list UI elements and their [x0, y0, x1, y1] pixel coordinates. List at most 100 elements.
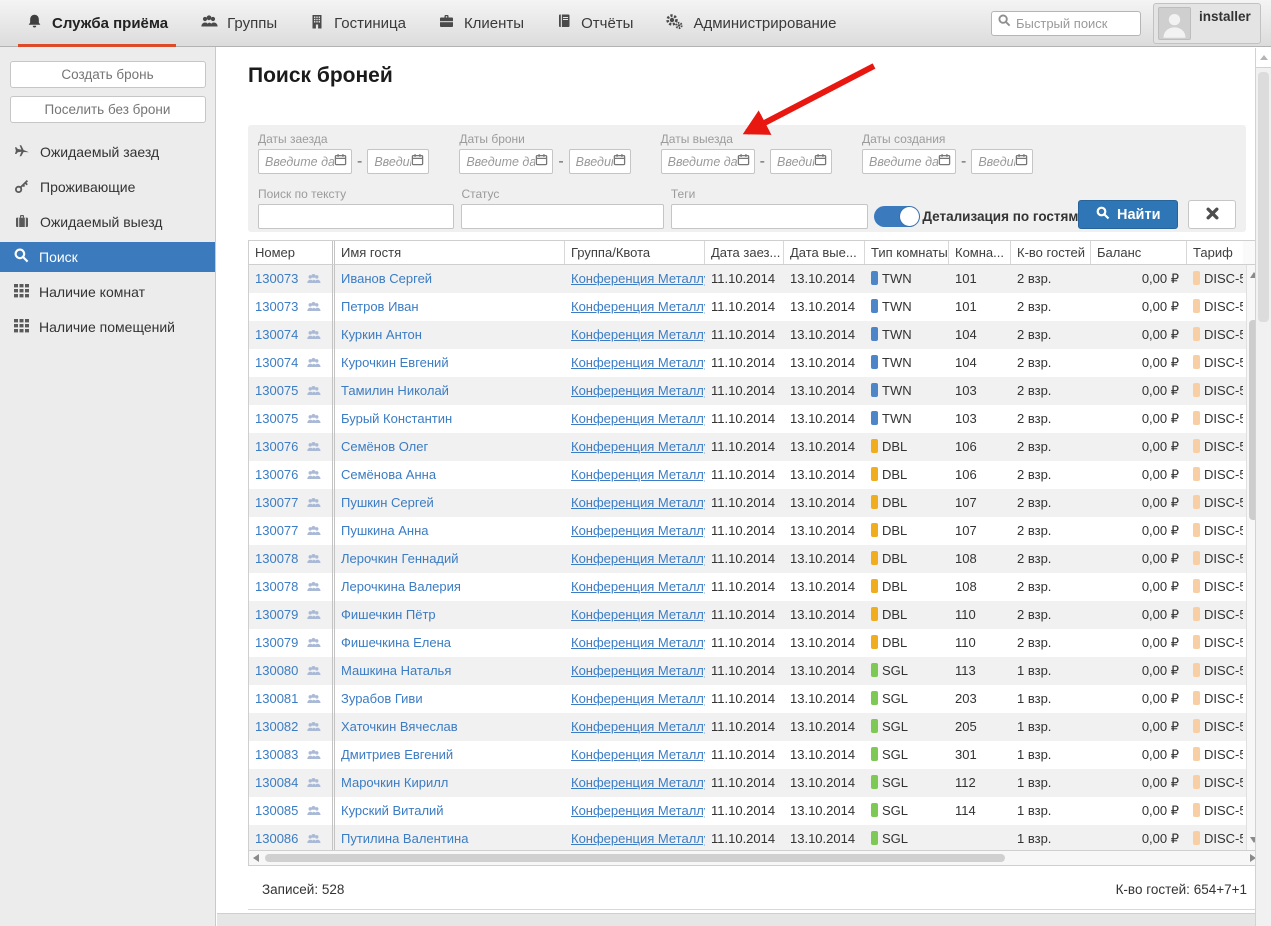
- booking-number-link[interactable]: 130076: [255, 467, 298, 482]
- sidebar-item-space-availability[interactable]: Наличие помещений: [0, 312, 215, 342]
- group-link[interactable]: Конференция Металлу: [571, 803, 705, 818]
- arrival-date-from-input[interactable]: [265, 155, 334, 169]
- booking-number-link[interactable]: 130085: [255, 803, 298, 818]
- group-link[interactable]: Конференция Металлу: [571, 551, 705, 566]
- sidebar-item-search[interactable]: Поиск: [0, 242, 215, 272]
- group-link[interactable]: Конференция Металлу: [571, 831, 705, 846]
- booking-number-link[interactable]: 130075: [255, 383, 298, 398]
- column-header-balance[interactable]: Баланс: [1091, 241, 1187, 264]
- booking-number-link[interactable]: 130077: [255, 495, 298, 510]
- table-row[interactable]: 130082 Хаточкин Вячеслав Конференция Метал…: [249, 713, 1246, 741]
- guest-name-link[interactable]: Зурабов Гиви: [341, 691, 423, 706]
- group-link[interactable]: Конференция Металлу: [571, 439, 705, 454]
- booking-number-link[interactable]: 130079: [255, 635, 298, 650]
- table-row[interactable]: 130083 Дмитриев Евгений Конференция Металл…: [249, 741, 1246, 769]
- guest-name-link[interactable]: Дмитриев Евгений: [341, 747, 453, 762]
- group-link[interactable]: Конференция Металлу: [571, 271, 705, 286]
- table-row[interactable]: 130075 Тамилин Николай Конференция Металлу…: [249, 377, 1246, 405]
- tab-hotel[interactable]: Гостиница: [293, 0, 422, 47]
- guest-name-link[interactable]: Фишечкина Елена: [341, 635, 451, 650]
- calendar-icon[interactable]: [535, 153, 548, 171]
- table-row[interactable]: 130079Фишечкин ПётрКонференция Металлу11…: [249, 601, 1246, 629]
- quick-search-input[interactable]: [1016, 16, 1134, 31]
- calendar-icon[interactable]: [737, 153, 750, 171]
- tags-input[interactable]: [671, 204, 868, 229]
- guest-name-link[interactable]: Бурый Константин: [341, 411, 452, 426]
- table-row[interactable]: 130078Лерочкина ВалерияКонференция Метал…: [249, 573, 1246, 601]
- horizontal-scroll-thumb[interactable]: [265, 854, 1005, 862]
- table-row[interactable]: 130084Марочкин КириллКонференция Металлу…: [249, 769, 1246, 797]
- guest-name-link[interactable]: Семёнова Анна: [341, 467, 436, 482]
- find-button[interactable]: Найти: [1078, 200, 1178, 229]
- booking-number-link[interactable]: 130083: [255, 747, 298, 762]
- create-booking-button[interactable]: Создать бронь: [10, 61, 206, 88]
- tab-front-desk[interactable]: Служба приёма: [10, 0, 184, 47]
- booking-number-link[interactable]: 130081: [255, 691, 298, 706]
- booking-number-link[interactable]: 130076: [255, 439, 298, 454]
- table-row[interactable]: 130076Семёнова АннаКонференция Металлу11…: [249, 461, 1246, 489]
- table-row[interactable]: 130080 Машкина Наталья Конференция Металлу…: [249, 657, 1246, 685]
- booking-date-from-input[interactable]: [466, 155, 535, 169]
- table-row[interactable]: 130075 Бурый Константин Конференция Металл…: [249, 405, 1246, 433]
- group-link[interactable]: Конференция Металлу: [571, 747, 705, 762]
- group-link[interactable]: Конференция Металлу: [571, 579, 705, 594]
- arrival-date-to-input[interactable]: [374, 155, 411, 169]
- booking-number-link[interactable]: 130074: [255, 355, 298, 370]
- creation-date-from-input[interactable]: [869, 155, 938, 169]
- calendar-icon[interactable]: [814, 153, 827, 171]
- booking-number-link[interactable]: 130084: [255, 775, 298, 790]
- departure-date-to-input[interactable]: [777, 155, 814, 169]
- guest-name-link[interactable]: Куркин Антон: [341, 327, 422, 342]
- column-header-departure[interactable]: Дата вые...: [784, 241, 865, 264]
- table-row[interactable]: 130074Курочкин ЕвгенийКонференция Металл…: [249, 349, 1246, 377]
- group-link[interactable]: Конференция Металлу: [571, 663, 705, 678]
- guest-name-link[interactable]: Фишечкин Пётр: [341, 607, 436, 622]
- scroll-left-arrow-icon[interactable]: [253, 854, 259, 862]
- guest-name-link[interactable]: Путилина Валентина: [341, 831, 468, 846]
- group-link[interactable]: Конференция Металлу: [571, 719, 705, 734]
- booking-number-link[interactable]: 130073: [255, 271, 298, 286]
- booking-number-link[interactable]: 130082: [255, 719, 298, 734]
- booking-number-link[interactable]: 130077: [255, 523, 298, 538]
- guest-name-link[interactable]: Машкина Наталья: [341, 663, 451, 678]
- group-link[interactable]: Конференция Металлу: [571, 635, 705, 650]
- group-link[interactable]: Конференция Металлу: [571, 411, 705, 426]
- group-link[interactable]: Конференция Металлу: [571, 355, 705, 370]
- tab-groups[interactable]: Группы: [184, 0, 293, 47]
- text-search-input[interactable]: [258, 204, 454, 229]
- column-header-tariff[interactable]: Тариф: [1187, 241, 1243, 264]
- booking-number-link[interactable]: 130080: [255, 663, 298, 678]
- column-header-number[interactable]: Номер: [249, 241, 335, 264]
- status-input[interactable]: [461, 204, 663, 229]
- booking-number-link[interactable]: 130075: [255, 411, 298, 426]
- booking-date-to-input[interactable]: [576, 155, 613, 169]
- calendar-icon[interactable]: [334, 153, 347, 171]
- booking-number-link[interactable]: 130078: [255, 579, 298, 594]
- creation-date-to-input[interactable]: [978, 155, 1015, 169]
- table-horizontal-scrollbar[interactable]: [248, 851, 1261, 866]
- tab-reports[interactable]: Отчёты: [540, 0, 649, 47]
- sidebar-item-expected-departure[interactable]: Ожидаемый выезд: [0, 207, 215, 237]
- table-row[interactable]: 130079 Фишечкина Елена Конференция Металлу…: [249, 629, 1246, 657]
- group-link[interactable]: Конференция Металлу: [571, 299, 705, 314]
- guest-name-link[interactable]: Пушкина Анна: [341, 523, 429, 538]
- table-row[interactable]: 130085 Курский Виталий Конференция Металлу…: [249, 797, 1246, 825]
- table-row[interactable]: 130078Лерочкин ГеннадийКонференция Метал…: [249, 545, 1246, 573]
- calendar-icon[interactable]: [613, 153, 626, 171]
- group-link[interactable]: Конференция Металлу: [571, 383, 705, 398]
- user-menu[interactable]: installer: [1153, 3, 1261, 44]
- guest-name-link[interactable]: Тамилин Николай: [341, 383, 449, 398]
- booking-number-link[interactable]: 130079: [255, 607, 298, 622]
- column-header-room-type[interactable]: Тип комнаты: [865, 241, 949, 264]
- guest-name-link[interactable]: Хаточкин Вячеслав: [341, 719, 458, 734]
- column-header-arrival[interactable]: Дата заез...: [705, 241, 784, 264]
- group-link[interactable]: Конференция Металлу: [571, 327, 705, 342]
- table-row[interactable]: 130077Пушкин СергейКонференция Металлу11…: [249, 489, 1246, 517]
- booking-number-link[interactable]: 130086: [255, 831, 298, 846]
- calendar-icon[interactable]: [1015, 153, 1028, 171]
- group-link[interactable]: Конференция Металлу: [571, 523, 705, 538]
- tab-clients[interactable]: Клиенты: [422, 0, 540, 47]
- guest-name-link[interactable]: Петров Иван: [341, 299, 419, 314]
- guest-name-link[interactable]: Курский Виталий: [341, 803, 444, 818]
- column-header-guest-count[interactable]: К-во гостей: [1011, 241, 1091, 264]
